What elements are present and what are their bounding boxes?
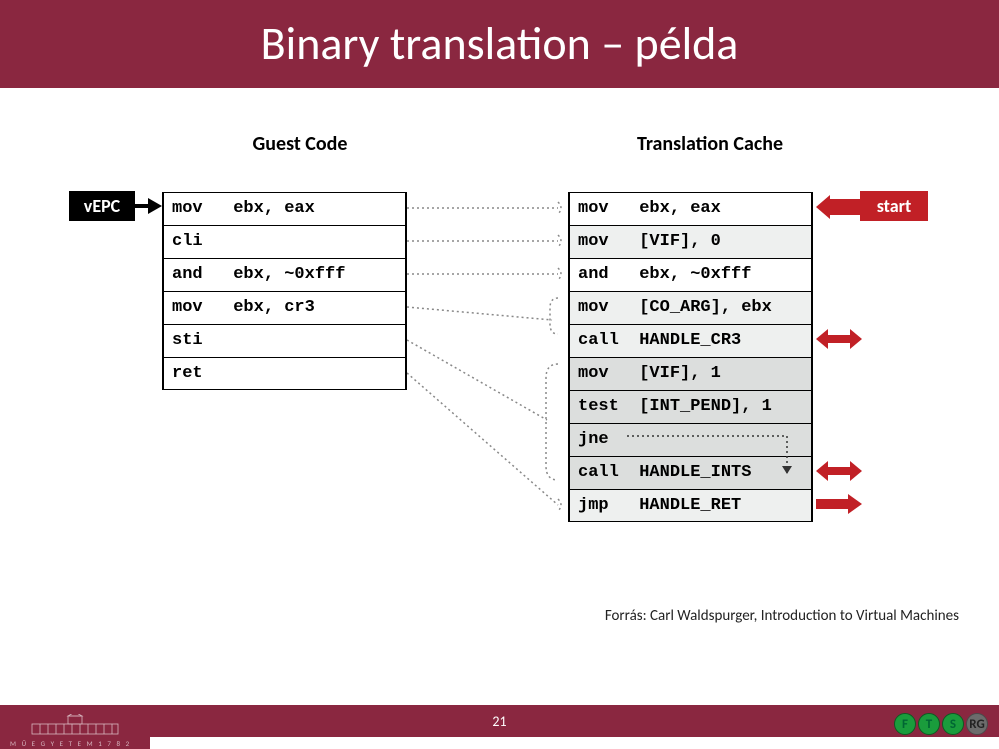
trans-row: jmp HANDLE_RET <box>570 489 811 522</box>
start-label: start <box>860 191 928 221</box>
footer-icon: F <box>894 713 916 735</box>
translation-cache-table: mov ebx, eax mov [VIF], 0 and ebx, ~0xff… <box>568 192 813 522</box>
trans-row: mov [VIF], 1 <box>570 357 811 390</box>
content-area: Guest Code Translation Cache vEPC start … <box>0 88 999 685</box>
footer-icon: RG <box>966 713 988 735</box>
guest-row: sti <box>164 324 405 357</box>
trans-row: mov [VIF], 0 <box>570 225 811 258</box>
university-logo: M Ű E G Y E T E M 1 7 8 2 <box>0 705 150 749</box>
double-arrow-icon <box>816 327 862 351</box>
guest-code-header: Guest Code <box>200 132 400 156</box>
translation-cache-header: Translation Cache <box>610 132 810 156</box>
guest-row: and ebx, ~0xfff <box>164 258 405 291</box>
vepc-arrow-icon <box>134 198 164 218</box>
source-credit: Forrás: Carl Waldspurger, Introduction t… <box>605 607 959 625</box>
footer-icon: T <box>918 713 940 735</box>
start-arrow-icon <box>816 195 862 219</box>
guest-row: mov ebx, eax <box>164 192 405 225</box>
trans-row: jne <box>570 423 811 456</box>
trans-row: mov [CO_ARG], ebx <box>570 291 811 324</box>
mapping-connectors-icon <box>407 192 568 592</box>
guest-code-table: mov ebx, eax cli and ebx, ~0xfff mov ebx… <box>162 192 407 390</box>
trans-row: and ebx, ~0xfff <box>570 258 811 291</box>
trans-row: call HANDLE_CR3 <box>570 324 811 357</box>
trans-row: mov ebx, eax <box>570 192 811 225</box>
guest-row: ret <box>164 357 405 390</box>
vepc-label: vEPC <box>69 191 135 221</box>
footer-icon: S <box>942 713 964 735</box>
trans-row: call HANDLE_INTS <box>570 456 811 489</box>
slide-title: Binary translation – példa <box>261 16 739 72</box>
trans-row: test [INT_PEND], 1 <box>570 390 811 423</box>
double-arrow-icon <box>816 459 862 483</box>
right-arrow-icon <box>816 492 862 516</box>
logo-text: M Ű E G Y E T E M 1 7 8 2 <box>10 739 131 748</box>
footer: 21 M Ű E G Y E T E M 1 7 8 2 F T S <box>0 705 999 749</box>
slide: Binary translation – példa Guest Code Tr… <box>0 0 999 749</box>
footer-icons: F T S RG <box>893 713 989 735</box>
page-number: 21 <box>492 713 506 730</box>
title-bar: Binary translation – példa <box>0 0 999 88</box>
guest-row: cli <box>164 225 405 258</box>
building-icon <box>30 714 120 740</box>
guest-row: mov ebx, cr3 <box>164 291 405 324</box>
